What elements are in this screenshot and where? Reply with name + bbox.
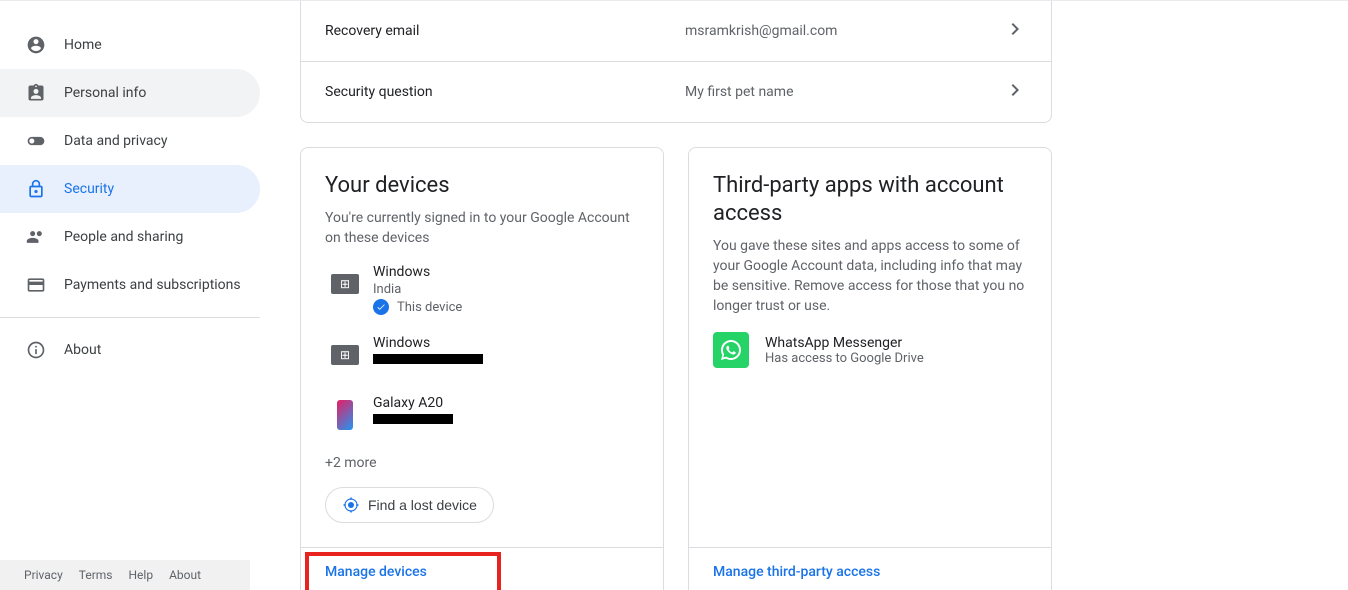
sidebar-item-label: Home [64, 37, 102, 53]
id-card-icon [24, 81, 48, 105]
devices-desc: You're currently signed in to your Googl… [325, 208, 639, 248]
lock-icon [24, 177, 48, 201]
phone-icon [325, 395, 365, 435]
recovery-email-row[interactable]: Recovery email msramkrish@gmail.com [301, 1, 1051, 62]
footer-terms[interactable]: Terms [79, 568, 113, 582]
manage-thirdparty-link[interactable]: Manage third-party access [713, 564, 880, 580]
sidebar-item-security[interactable]: Security [0, 165, 260, 213]
info-icon [24, 338, 48, 362]
device-location-redacted [373, 353, 639, 368]
find-lost-device-button[interactable]: Find a lost device [325, 487, 494, 523]
footer-about[interactable]: About [169, 568, 201, 582]
device-row-windows-1[interactable]: Windows India This device [325, 264, 639, 315]
devices-title: Your devices [325, 172, 639, 200]
security-question-value: My first pet name [685, 84, 1003, 100]
check-icon [373, 299, 389, 315]
device-name: Windows [373, 335, 639, 351]
third-party-card: Third-party apps with account access You… [688, 147, 1052, 590]
footer-links: Privacy Terms Help About [0, 560, 250, 590]
sidebar-item-label: Security [64, 181, 114, 197]
sidebar-item-people-sharing[interactable]: People and sharing [0, 213, 260, 261]
sidebar-divider [0, 317, 260, 318]
your-devices-card: Your devices You're currently signed in … [300, 147, 664, 590]
device-name: Windows [373, 264, 639, 280]
target-icon [342, 496, 360, 514]
sidebar: Home Personal info Data and privacy Secu… [0, 1, 260, 590]
recovery-info-card: Recovery email msramkrish@gmail.com Secu… [300, 1, 1052, 123]
recovery-email-label: Recovery email [325, 23, 685, 39]
sidebar-item-data-privacy[interactable]: Data and privacy [0, 117, 260, 165]
sidebar-item-label: Personal info [64, 85, 146, 101]
sidebar-item-label: Payments and subscriptions [64, 277, 241, 293]
whatsapp-icon [713, 332, 749, 368]
this-device-indicator: This device [373, 299, 639, 315]
more-devices[interactable]: +2 more [325, 455, 639, 471]
sidebar-item-label: Data and privacy [64, 133, 167, 149]
sidebar-item-about[interactable]: About [0, 326, 260, 374]
sidebar-item-personal-info[interactable]: Personal info [0, 69, 260, 117]
app-name: WhatsApp Messenger [765, 335, 1027, 351]
footer-help[interactable]: Help [129, 568, 154, 582]
app-row-whatsapp[interactable]: WhatsApp Messenger Has access to Google … [713, 332, 1027, 368]
toggle-icon [24, 129, 48, 153]
main-content: Recovery email msramkrish@gmail.com Secu… [260, 1, 1348, 590]
people-icon [24, 225, 48, 249]
footer-privacy[interactable]: Privacy [24, 568, 63, 582]
device-row-windows-2[interactable]: Windows [325, 335, 639, 375]
security-question-row[interactable]: Security question My first pet name [301, 62, 1051, 122]
device-location: India [373, 282, 639, 297]
user-circle-icon [24, 33, 48, 57]
laptop-icon [325, 264, 365, 304]
annotation-highlight [305, 552, 501, 590]
sidebar-item-payments[interactable]: Payments and subscriptions [0, 261, 260, 309]
sidebar-item-label: People and sharing [64, 229, 183, 245]
thirdparty-desc: You gave these sites and apps access to … [713, 236, 1027, 316]
thirdparty-card-footer: Manage third-party access [689, 547, 1051, 590]
card-icon [24, 273, 48, 297]
chevron-right-icon [1003, 17, 1027, 45]
recovery-email-value: msramkrish@gmail.com [685, 23, 1003, 39]
laptop-icon [325, 335, 365, 375]
device-location-redacted [373, 413, 639, 428]
sidebar-item-home[interactable]: Home [0, 21, 260, 69]
app-access: Has access to Google Drive [765, 351, 1027, 366]
sidebar-item-label: About [64, 342, 101, 358]
device-row-galaxy[interactable]: Galaxy A20 [325, 395, 639, 435]
security-question-label: Security question [325, 84, 685, 100]
device-name: Galaxy A20 [373, 395, 639, 411]
chevron-right-icon [1003, 78, 1027, 106]
thirdparty-title: Third-party apps with account access [713, 172, 1027, 228]
